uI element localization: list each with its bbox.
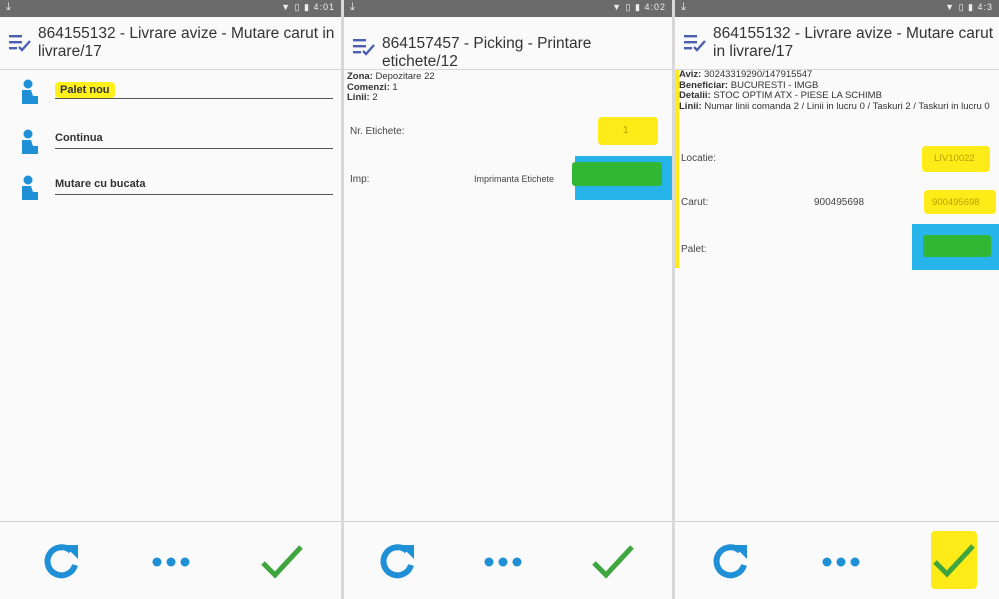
status-bar: ⤓ ▼ ▯ ▮ 4:3 <box>675 0 999 17</box>
action-label: Palet nou <box>55 82 115 98</box>
status-bar: ⤓ ▼ ▯ ▮ 4:02 <box>344 0 672 17</box>
page-title: 864155132 - Livrare avize - Mutare carut… <box>38 25 335 60</box>
more-dots-icon[interactable] <box>480 539 526 585</box>
more-dots-icon[interactable] <box>818 539 864 585</box>
screen-3: ⤓ ▼ ▯ ▮ 4:3 864155132 - Livrare avize - … <box>675 0 999 599</box>
action-palet-nou[interactable]: Palet nou <box>0 74 341 114</box>
linii-label: Linii: <box>347 92 370 103</box>
imprimanta-value: Imprimanta Etichete <box>474 174 555 184</box>
menu-check-icon[interactable] <box>353 37 375 57</box>
download-icon: ⤓ <box>681 1 686 13</box>
imprimanta-field: Imp: Imprimanta Etichete <box>344 156 672 200</box>
carut-label: Carut: <box>681 197 709 208</box>
checkmark-icon[interactable] <box>931 538 977 584</box>
status-bar: ⤓ ▼ ▯ ▮ 4:01 <box>0 0 341 17</box>
palet-label: Palet: <box>681 244 707 255</box>
status-icons: ▼ ▯ ▮ 4:01 <box>281 2 335 12</box>
person-icon <box>22 129 38 154</box>
screen-2: ⤓ ▼ ▯ ▮ 4:02 864157457 - Picking - Print… <box>344 0 672 599</box>
linii-label: Linii: <box>679 100 702 112</box>
checkmark-icon[interactable] <box>590 539 636 585</box>
carut-code: 900495698 <box>814 197 865 208</box>
palet-field: Palet: <box>675 224 999 270</box>
zona-value: Depozitare 22 <box>375 71 435 82</box>
divider <box>55 98 333 99</box>
locatie-label: Locatie: <box>681 153 717 164</box>
action-label: Mutare cu bucata <box>55 178 146 190</box>
bottom-toolbar <box>0 521 341 599</box>
nr-etichete-input[interactable]: 1 <box>598 117 658 145</box>
comenzi-value: 1 <box>392 81 398 93</box>
divider <box>55 194 333 195</box>
detalii-value: STOC OPTIM ATX - PIESE LA SCHIMB <box>713 90 882 101</box>
download-icon: ⤓ <box>350 1 355 13</box>
beneficiar-value: BUCURESTI - IMGB <box>730 79 819 91</box>
clock: 4:01 <box>313 2 335 12</box>
nr-etichete-field: Nr. Etichete: 1 <box>344 117 672 148</box>
carut-value: 900495698 <box>932 197 980 208</box>
imprimanta-highlight <box>572 162 662 186</box>
refresh-icon[interactable] <box>38 539 84 585</box>
palet-highlight <box>923 235 991 257</box>
more-dots-icon[interactable] <box>148 539 194 585</box>
title-bar: 864155132 - Livrare avize - Mutare carut… <box>0 17 341 70</box>
status-icons: ▼ ▯ ▮ 4:3 <box>945 2 993 12</box>
title-bar: 864157457 - Picking - Printare etichete/… <box>344 17 672 70</box>
nr-etichete-label: Nr. Etichete: <box>350 126 405 137</box>
zona-label: Zona: <box>347 71 373 82</box>
download-icon: ⤓ <box>6 1 11 13</box>
menu-check-icon[interactable] <box>684 33 706 53</box>
action-label: Continua <box>55 132 103 144</box>
person-icon <box>22 79 38 104</box>
carut-field: Carut: 900495698 900495698 <box>675 189 999 219</box>
page-title: 864155132 - Livrare avize - Mutare carut… <box>713 25 994 60</box>
clock: 4:3 <box>977 2 993 12</box>
status-icons: ▼ ▯ ▮ 4:02 <box>612 2 666 12</box>
action-mutare-cu-bucata[interactable]: Mutare cu bucata <box>0 170 341 210</box>
locatie-value: LIV10022 <box>934 153 975 164</box>
person-icon <box>22 175 38 200</box>
clock: 4:02 <box>644 2 666 12</box>
imprimanta-label: Imp: <box>350 174 370 185</box>
locatie-field: Locatie: LIV10022 <box>675 145 999 175</box>
action-continua[interactable]: Continua <box>0 124 341 164</box>
page-title: 864157457 - Picking - Printare etichete/… <box>382 35 592 70</box>
nr-etichete-value: 1 <box>623 125 629 136</box>
info-block: Aviz: 30243319290/147915547 Beneficiar: … <box>675 69 999 112</box>
bottom-toolbar <box>675 521 999 599</box>
aviz-value: 30243319290/147915547 <box>704 69 813 80</box>
screen-1: ⤓ ▼ ▯ ▮ 4:01 864155132 - Livrare avize -… <box>0 0 341 599</box>
refresh-icon[interactable] <box>374 539 420 585</box>
checkmark-icon[interactable] <box>259 539 305 585</box>
carut-input[interactable]: 900495698 <box>924 190 996 214</box>
menu-check-icon[interactable] <box>9 33 31 53</box>
bottom-toolbar <box>344 521 672 599</box>
locatie-input[interactable]: LIV10022 <box>922 146 990 172</box>
linii-value: Numar linii comanda 2 / Linii in lucru 0… <box>704 100 990 112</box>
comenzi-label: Comenzi: <box>347 81 390 93</box>
linii-value: 2 <box>372 92 378 103</box>
aviz-label: Aviz: <box>679 69 702 80</box>
info-block: Zona: Depozitare 22 Comenzi: 1 Linii: 2 <box>344 71 672 104</box>
refresh-icon[interactable] <box>707 539 753 585</box>
detalii-label: Detalii: <box>679 90 711 101</box>
divider <box>55 148 333 149</box>
title-bar: 864155132 - Livrare avize - Mutare carut… <box>675 17 999 70</box>
beneficiar-label: Beneficiar: <box>679 79 729 91</box>
